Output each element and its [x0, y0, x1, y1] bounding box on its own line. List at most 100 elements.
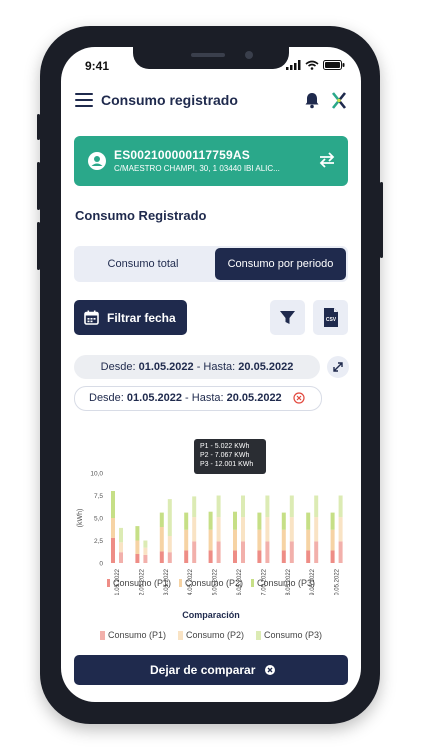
comparison-bar-p1: [289, 541, 294, 563]
bar-p1: [233, 550, 237, 563]
menu-icon[interactable]: [75, 93, 93, 107]
date-range-chip[interactable]: Desde: 01.05.2022 - Hasta: 20.05.2022: [74, 386, 322, 411]
section-title: Consumo Registrado: [75, 208, 207, 223]
bar-p2: [208, 529, 213, 551]
comparison-bar-p2: [143, 547, 148, 555]
csv-export-button[interactable]: CSV: [313, 300, 348, 335]
date-range-chip-text: Desde: 01.05.2022 - Hasta: 20.05.2022: [89, 392, 282, 404]
app-screen: 9:41 Consumo registrado ES00210000011775…: [61, 47, 361, 702]
bar-p3: [159, 512, 164, 527]
remove-filter-icon[interactable]: [293, 392, 305, 404]
bar-p2: [184, 529, 189, 551]
comparison-bar-p3: [338, 495, 343, 518]
bar-p1: [135, 554, 140, 563]
bar-p2: [135, 540, 140, 554]
close-circle-icon: [265, 665, 275, 675]
expand-button[interactable]: [327, 356, 349, 378]
signal-icon: [286, 60, 301, 70]
comparison-bar-p2: [216, 517, 221, 542]
comparison-bar-p3: [289, 495, 294, 518]
bar-p2: [111, 518, 115, 538]
comparison-bar-p3: [265, 495, 270, 518]
camera: [245, 51, 253, 59]
comparison-bar-p2: [338, 517, 343, 542]
comparison-bar-p3: [167, 499, 172, 536]
tab-period-consumption[interactable]: Consumo por periodo: [215, 248, 346, 280]
bar-p3: [135, 526, 140, 541]
supply-address: C/MAESTRO CHAMPI, 30, 1 03440 IBI ALIC..…: [114, 164, 280, 173]
bar-p3: [111, 491, 115, 518]
user-icon: [88, 152, 106, 170]
stop-comparing-button[interactable]: Dejar de comparar: [74, 655, 348, 685]
comparison-bar-p3: [314, 495, 319, 518]
bar-p2: [257, 529, 262, 551]
comparison-bar-p3: [241, 495, 245, 518]
filter-date-label: Filtrar fecha: [107, 311, 176, 325]
bar-p1: [208, 550, 213, 563]
comparison-bar-p3: [216, 495, 221, 518]
speaker: [191, 53, 225, 57]
bar-p3: [257, 512, 262, 530]
chart-legend: Consumo (P1) Consumo (P2) Consumo (P3): [61, 576, 361, 590]
bell-icon[interactable]: [304, 92, 320, 109]
consumption-tabs: Consumo total Consumo por periodo: [74, 246, 348, 282]
expand-icon: [333, 362, 343, 372]
swap-icon[interactable]: [318, 151, 336, 169]
comparison-bar-p1: [143, 554, 148, 563]
chart-tooltip: P1 - 5.022 KWh P2 - 7.067 KWh P3 - 12.00…: [194, 439, 266, 474]
bar-p3: [208, 511, 213, 530]
comparison-bar-p3: [192, 496, 197, 518]
tooltip-p1: P1 - 5.022 KWh: [200, 443, 250, 450]
legend-item-p3: Consumo (P3): [251, 576, 315, 590]
supply-point-card[interactable]: ES002100000117759AS C/MAESTRO CHAMPI, 30…: [74, 136, 348, 186]
bar-p1: [330, 550, 335, 563]
bar-p1: [281, 550, 286, 563]
comparison-bar-p1: [216, 541, 221, 563]
comparison-bar-p1: [241, 541, 245, 563]
comparison-bar-p2: [289, 517, 294, 542]
page-title: Consumo registrado: [101, 92, 238, 108]
comparison-bar-p3: [119, 527, 123, 543]
csv-label: CSV: [325, 317, 337, 323]
bar-p2: [281, 529, 286, 551]
bar-p2: [159, 527, 164, 552]
comparison-bar-p2: [167, 536, 172, 553]
funnel-icon: [280, 311, 295, 324]
bar-p1: [159, 551, 164, 563]
y-tick-label: 5,0: [94, 516, 103, 523]
filter-button[interactable]: [270, 300, 305, 335]
brand-logo-icon: [331, 92, 347, 109]
tab-total-consumption[interactable]: Consumo total: [76, 248, 210, 280]
comparison-bar-p2: [192, 517, 197, 542]
y-tick-label: 10,0: [90, 471, 103, 478]
comparison-bar-p1: [167, 552, 172, 563]
comparison-title: Comparación: [182, 610, 240, 620]
app-header: Consumo registrado: [61, 85, 361, 119]
legend-item-p1: Consumo (P1): [106, 576, 171, 590]
bar-p3: [233, 511, 237, 530]
bar-p2: [233, 529, 237, 551]
wifi-icon: [305, 60, 319, 70]
y-tick-label: 2,5: [94, 538, 103, 545]
bar-p1: [257, 550, 262, 563]
comparison-bar-p3: [143, 540, 148, 548]
status-time: 9:41: [85, 59, 110, 73]
calendar-icon: [84, 310, 99, 325]
comparison-bar-p1: [314, 541, 319, 563]
comparison-bar-p2: [314, 517, 319, 542]
comparison-bar-p2: [241, 517, 245, 542]
comparison-bar-p1: [119, 552, 123, 563]
bar-p3: [330, 512, 335, 530]
bar-p1: [306, 550, 311, 563]
bar-p2: [306, 529, 311, 551]
comparison-legend-p2: Consumo (P2): [177, 628, 244, 642]
filter-date-button[interactable]: Filtrar fecha: [74, 300, 187, 335]
y-tick-label: 7,5: [94, 493, 103, 500]
cups-code: ES002100000117759AS: [114, 148, 250, 162]
comparison-bar-p2: [119, 542, 123, 553]
bar-p1: [111, 537, 115, 563]
notch: [133, 47, 289, 69]
legend-item-p2: Consumo (P2): [178, 576, 243, 590]
stop-comparing-label: Dejar de comparar: [150, 663, 256, 677]
date-range-summary: Desde: 01.05.2022 - Hasta: 20.05.2022: [74, 355, 320, 379]
